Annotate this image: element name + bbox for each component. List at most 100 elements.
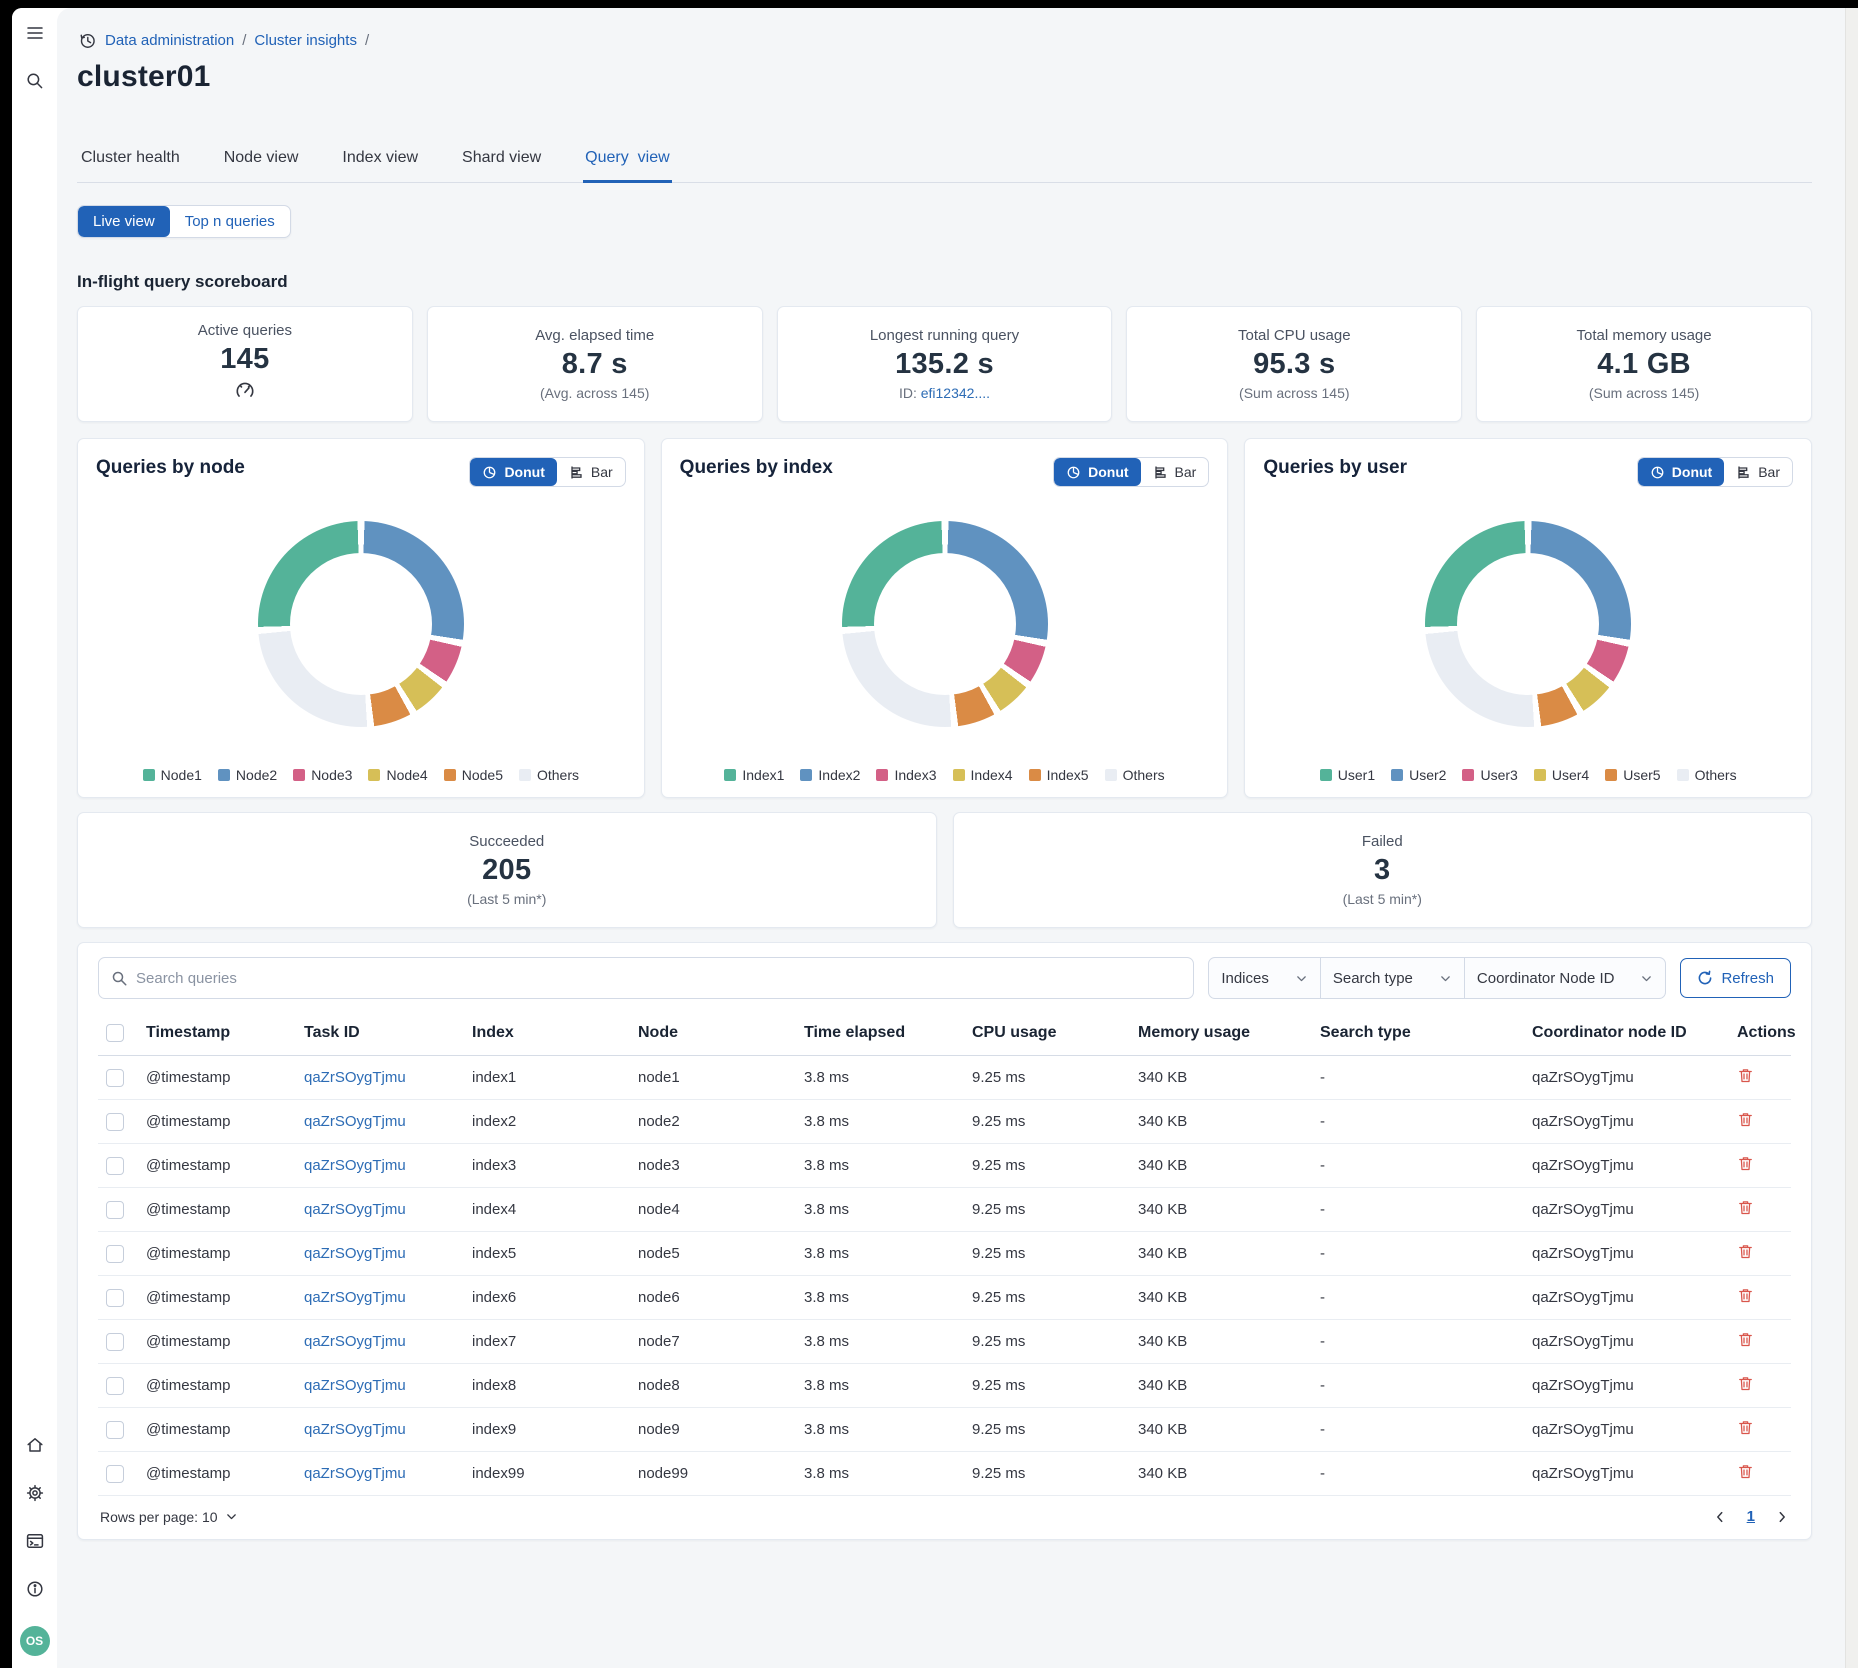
- donut-toggle-button[interactable]: Donut: [470, 458, 556, 486]
- row-checkbox[interactable]: [106, 1377, 124, 1395]
- legend-item[interactable]: Index4: [953, 767, 1013, 783]
- legend-item[interactable]: User2: [1391, 767, 1446, 783]
- row-checkbox[interactable]: [106, 1201, 124, 1219]
- filter-search-type[interactable]: Search type: [1321, 958, 1465, 998]
- row-checkbox[interactable]: [106, 1421, 124, 1439]
- legend-item[interactable]: Node4: [368, 767, 427, 783]
- column-header-memory-usage[interactable]: Memory usage: [1130, 1011, 1312, 1056]
- select-all-checkbox[interactable]: [106, 1024, 124, 1042]
- row-checkbox[interactable]: [106, 1113, 124, 1131]
- view-toggle-button[interactable]: Live view: [78, 206, 170, 237]
- tab-cluster-health[interactable]: Cluster health: [79, 140, 182, 183]
- legend-item[interactable]: Node1: [143, 767, 202, 783]
- cell-search-type: -: [1312, 1320, 1524, 1364]
- row-checkbox[interactable]: [106, 1289, 124, 1307]
- rows-per-page[interactable]: Rows per page: 10: [100, 1509, 238, 1525]
- cell-task-id-link[interactable]: qaZrSOygTjmu: [304, 1113, 406, 1130]
- delete-query-button[interactable]: [1737, 1199, 1754, 1216]
- legend-item[interactable]: Index2: [800, 767, 860, 783]
- column-header-node[interactable]: Node: [630, 1011, 796, 1056]
- gear-icon[interactable]: [24, 1482, 46, 1504]
- legend-item[interactable]: Index3: [876, 767, 936, 783]
- row-checkbox[interactable]: [106, 1069, 124, 1087]
- legend-item[interactable]: User1: [1320, 767, 1375, 783]
- cell-task-id-link[interactable]: qaZrSOygTjmu: [304, 1157, 406, 1174]
- legend-item[interactable]: Node5: [444, 767, 503, 783]
- legend-swatch: [1605, 769, 1617, 781]
- scrollbar[interactable]: [1845, 8, 1858, 1668]
- column-header-time-elapsed[interactable]: Time elapsed: [796, 1011, 964, 1056]
- column-header-index[interactable]: Index: [464, 1011, 630, 1056]
- legend-item[interactable]: User5: [1605, 767, 1660, 783]
- row-checkbox[interactable]: [106, 1245, 124, 1263]
- avatar[interactable]: OS: [20, 1626, 50, 1656]
- legend-item[interactable]: Others: [519, 767, 579, 783]
- tab-index-view[interactable]: Index view: [340, 140, 420, 183]
- delete-query-button[interactable]: [1737, 1243, 1754, 1260]
- column-header-coordinator-node-id[interactable]: Coordinator node ID: [1524, 1011, 1729, 1056]
- cell-task-id-link[interactable]: qaZrSOygTjmu: [304, 1377, 406, 1394]
- legend-item[interactable]: Node3: [293, 767, 352, 783]
- cell-task-id-link[interactable]: qaZrSOygTjmu: [304, 1201, 406, 1218]
- column-header-search-type[interactable]: Search type: [1312, 1011, 1524, 1056]
- info-icon[interactable]: [24, 1578, 46, 1600]
- search-input[interactable]: [136, 970, 1181, 987]
- delete-query-button[interactable]: [1737, 1067, 1754, 1084]
- column-header-timestamp[interactable]: Timestamp: [138, 1011, 296, 1056]
- delete-query-button[interactable]: [1737, 1375, 1754, 1392]
- delete-query-button[interactable]: [1737, 1287, 1754, 1304]
- delete-query-button[interactable]: [1737, 1419, 1754, 1436]
- cell-task-id-link[interactable]: qaZrSOygTjmu: [304, 1421, 406, 1438]
- cell-time-elapsed: 3.8 ms: [796, 1364, 964, 1408]
- breadcrumb-link-data-administration[interactable]: Data administration: [105, 32, 234, 49]
- bar-toggle-button[interactable]: Bar: [1724, 458, 1792, 486]
- column-header-actions[interactable]: Actions: [1729, 1011, 1791, 1056]
- legend-item[interactable]: User4: [1534, 767, 1589, 783]
- tab-node-view[interactable]: Node view: [222, 140, 301, 183]
- donut-toggle-button[interactable]: Donut: [1638, 458, 1724, 486]
- legend-item[interactable]: Others: [1105, 767, 1165, 783]
- legend-item[interactable]: Others: [1677, 767, 1737, 783]
- column-header-cpu-usage[interactable]: CPU usage: [964, 1011, 1130, 1056]
- dev-console-icon[interactable]: [24, 1530, 46, 1552]
- legend-item[interactable]: Index1: [724, 767, 784, 783]
- filter-indices[interactable]: Indices: [1209, 958, 1321, 998]
- donut-chart[interactable]: [1425, 521, 1631, 727]
- search-icon[interactable]: [24, 70, 46, 92]
- bar-toggle-button[interactable]: Bar: [1141, 458, 1209, 486]
- legend-item[interactable]: Node2: [218, 767, 277, 783]
- cell-task-id-link[interactable]: qaZrSOygTjmu: [304, 1245, 406, 1262]
- cell-task-id-link[interactable]: qaZrSOygTjmu: [304, 1333, 406, 1350]
- row-checkbox[interactable]: [106, 1333, 124, 1351]
- cell-search-type: -: [1312, 1408, 1524, 1452]
- cell-task-id-link[interactable]: qaZrSOygTjmu: [304, 1289, 406, 1306]
- prev-page-button[interactable]: [1713, 1510, 1727, 1524]
- view-toggle-button[interactable]: Top n queries: [170, 206, 290, 237]
- page-number[interactable]: 1: [1747, 1508, 1755, 1525]
- donut-toggle-button[interactable]: Donut: [1054, 458, 1140, 486]
- row-checkbox[interactable]: [106, 1465, 124, 1483]
- bar-toggle-button[interactable]: Bar: [557, 458, 625, 486]
- filter-coordinator-node-id[interactable]: Coordinator Node ID: [1465, 958, 1666, 998]
- cell-task-id-link[interactable]: qaZrSOygTjmu: [304, 1069, 406, 1086]
- legend-item[interactable]: Index5: [1029, 767, 1089, 783]
- donut-chart[interactable]: [258, 521, 464, 727]
- menu-icon[interactable]: [24, 22, 46, 44]
- legend-label: Index4: [971, 767, 1013, 783]
- delete-query-button[interactable]: [1737, 1331, 1754, 1348]
- tab-shard-view[interactable]: Shard view: [460, 140, 543, 183]
- home-icon[interactable]: [24, 1434, 46, 1456]
- cell-task-id-link[interactable]: qaZrSOygTjmu: [304, 1465, 406, 1482]
- legend-item[interactable]: User3: [1462, 767, 1517, 783]
- next-page-button[interactable]: [1775, 1510, 1789, 1524]
- delete-query-button[interactable]: [1737, 1463, 1754, 1480]
- tab-query-view[interactable]: Query view: [583, 140, 671, 183]
- refresh-button[interactable]: Refresh: [1680, 958, 1791, 998]
- row-checkbox[interactable]: [106, 1157, 124, 1175]
- column-header-task-id[interactable]: Task ID: [296, 1011, 464, 1056]
- donut-chart[interactable]: [842, 521, 1048, 727]
- stat-note-link[interactable]: efi12342....: [921, 385, 990, 401]
- delete-query-button[interactable]: [1737, 1155, 1754, 1172]
- delete-query-button[interactable]: [1737, 1111, 1754, 1128]
- breadcrumb-link-cluster-insights[interactable]: Cluster insights: [254, 32, 357, 49]
